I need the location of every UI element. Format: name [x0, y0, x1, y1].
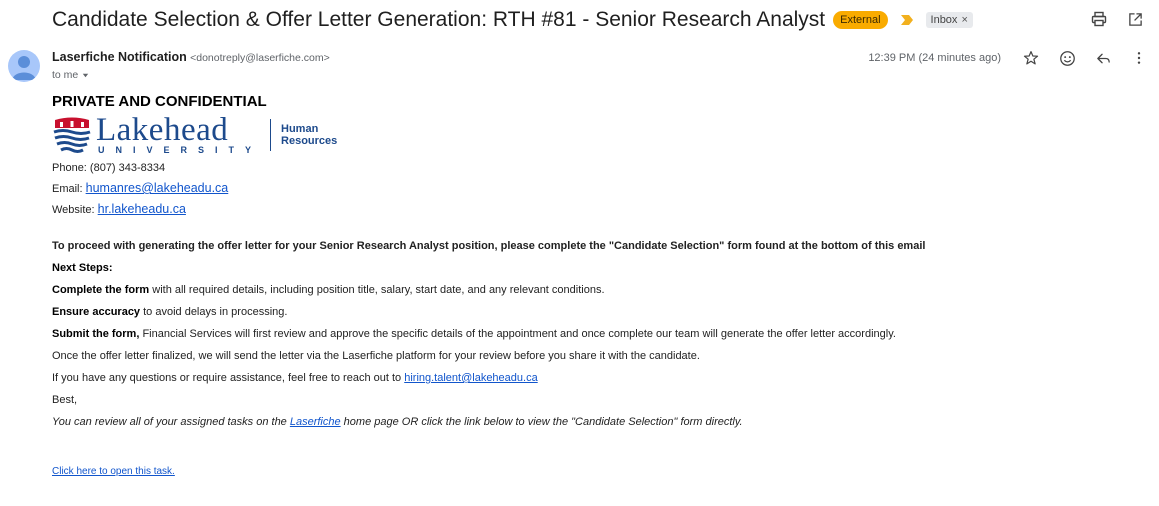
contact-block: Phone: (807) 343-8334 Email: humanres@la… [52, 158, 1142, 220]
logo-word: Lakehead [96, 112, 229, 148]
website-label: Website: [52, 204, 95, 216]
website-line: Website: hr.lakeheadu.ca [52, 199, 1142, 220]
signoff: Best, [52, 394, 78, 406]
review-text-after: home page OR click the link below to vie… [340, 416, 743, 428]
inbox-label[interactable]: Inbox × [925, 12, 973, 28]
chevron-down-icon[interactable] [81, 71, 90, 80]
next-steps-heading: Next Steps: [52, 257, 1142, 279]
more-vert-icon[interactable] [1129, 48, 1149, 68]
next-steps-text: Next Steps: [52, 262, 113, 274]
step-complete-form: Complete the form with all required deta… [52, 279, 1142, 301]
step1-text: with all required details, including pos… [149, 284, 605, 296]
open-task-link[interactable]: Click here to open this task. [52, 466, 175, 477]
hr-email-link[interactable]: humanres@lakeheadu.ca [86, 181, 229, 195]
logo-wordmark: Lakehead UNIVERSITY [96, 112, 263, 156]
phone-line: Phone: (807) 343-8334 [52, 162, 166, 174]
questions-paragraph: If you have any questions or require ass… [52, 367, 1142, 389]
sender-info: Laserfiche Notification <donotreply@lase… [52, 50, 330, 64]
message-meta: 12:39 PM (24 minutes ago) [868, 48, 1149, 68]
private-heading: PRIVATE AND CONFIDENTIAL [52, 93, 267, 110]
lakehead-logo: Lakehead UNIVERSITY Human Resources [52, 112, 1142, 156]
step2-bold: Ensure accuracy [52, 306, 141, 318]
open-in-new-window-icon[interactable] [1125, 9, 1145, 29]
recipient-details[interactable]: to me [52, 69, 90, 81]
avatar[interactable] [8, 50, 40, 82]
email-body: PRIVATE AND CONFIDENTIAL Lakehead UNIVER… [52, 92, 1142, 483]
timestamp: 12:39 PM (24 minutes ago) [868, 52, 1001, 64]
review-text-before: You can review all of your assigned task… [52, 416, 290, 428]
open-task-line: Click here to open this task. [52, 461, 1142, 483]
questions-text: If you have any questions or require ass… [52, 372, 405, 384]
email-subject: Candidate Selection & Offer Letter Gener… [52, 8, 826, 31]
logo-subtitle: UNIVERSITY [98, 145, 263, 155]
sender-email: <donotreply@laserfiche.com> [190, 52, 330, 64]
important-marker-icon[interactable] [900, 14, 914, 26]
reply-icon[interactable] [1093, 48, 1113, 68]
review-paragraph: You can review all of your assigned task… [52, 411, 1142, 433]
hr-website-link[interactable]: hr.lakeheadu.ca [98, 202, 186, 216]
lakehead-shield-icon [53, 117, 91, 153]
thread-actions [1089, 9, 1145, 29]
email-line: Email: humanres@lakeheadu.ca [52, 178, 1142, 199]
emoji-icon[interactable] [1057, 48, 1077, 68]
finalized-paragraph: Once the offer letter finalized, we will… [52, 350, 700, 362]
logo-dept-line2: Resources [281, 135, 338, 147]
email-label: Email: [52, 183, 83, 195]
step2-text: to avoid delays in processing. [140, 306, 288, 318]
step3-text: Financial Services will first review and… [139, 328, 896, 340]
lead-paragraph: To proceed with generating the offer let… [52, 240, 926, 252]
recipient-text: to me [52, 69, 79, 81]
laserfiche-home-link[interactable]: Laserfiche [290, 416, 341, 428]
step1-bold: Complete the form [52, 284, 150, 296]
logo-dept-line1: Human [281, 123, 319, 135]
hiring-talent-email-link[interactable]: hiring.talent@lakeheadu.ca [404, 372, 537, 384]
logo-department: Human Resources [281, 123, 337, 147]
print-icon[interactable] [1089, 9, 1109, 29]
step-ensure-accuracy: Ensure accuracy to avoid delays in proce… [52, 301, 1142, 323]
subject-row: Candidate Selection & Offer Letter Gener… [52, 4, 1159, 36]
star-icon[interactable] [1021, 48, 1041, 68]
external-badge: External [833, 11, 888, 29]
sender-name[interactable]: Laserfiche Notification [52, 50, 187, 64]
step3-bold: Submit the form, [52, 328, 140, 340]
logo-divider [270, 119, 272, 151]
remove-label-icon[interactable]: × [961, 13, 967, 27]
step-submit-form: Submit the form, Financial Services will… [52, 323, 1142, 345]
inbox-label-text: Inbox [930, 14, 958, 26]
